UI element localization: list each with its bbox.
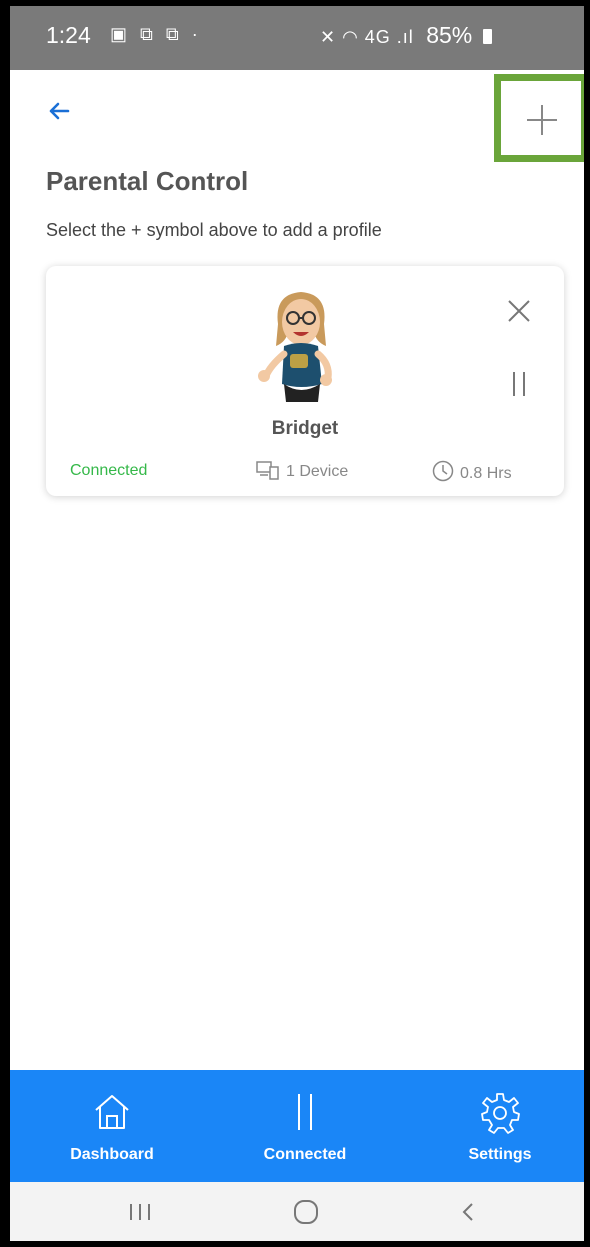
back-chevron-icon[interactable] (458, 1194, 478, 1230)
recent-apps-icon[interactable] (128, 1194, 152, 1230)
gear-icon (481, 1093, 520, 1134)
usage-time: 0.8 Hrs (432, 460, 512, 483)
pause-bars-icon (298, 1094, 312, 1130)
nav-settings[interactable]: Settings (420, 1070, 580, 1182)
back-arrow-icon[interactable] (46, 98, 76, 128)
remove-profile-icon[interactable] (506, 298, 532, 324)
battery-percent: 85% (426, 22, 473, 48)
devices-icon (256, 461, 279, 480)
status-time: 1:24 (46, 22, 91, 48)
nav-settings-label: Settings (468, 1146, 532, 1163)
nav-dashboard[interactable]: Dashboard (32, 1070, 192, 1182)
add-profile-button[interactable] (494, 74, 584, 162)
profile-name: Bridget (271, 418, 339, 439)
usage-time-label: 0.8 Hrs (460, 465, 512, 482)
nav-connected[interactable]: Connected (225, 1070, 385, 1182)
page-title: Parental Control (46, 166, 249, 196)
home-circle-icon[interactable] (292, 1194, 320, 1230)
avatar (258, 292, 332, 402)
profile-card[interactable]: Bridget Connected 1 Device 0.8 Hrs (46, 266, 564, 496)
nav-connected-label: Connected (263, 1146, 347, 1163)
status-bar: 1:24 ▣ ⧉ ⧉ · ✕ ◠ 4G .ıl 85% (10, 6, 584, 70)
pause-profile-icon[interactable] (511, 370, 527, 398)
signal-icons: ✕ ◠ 4G .ıl (320, 27, 414, 47)
clock-icon (432, 460, 454, 482)
device-count-label: 1 Device (286, 463, 349, 480)
profile-status: Connected (70, 462, 148, 479)
battery-icon (482, 29, 492, 44)
plus-icon (527, 105, 557, 135)
status-right: ✕ ◠ 4G .ıl 85% (320, 22, 492, 49)
notification-icons: ▣ ⧉ ⧉ · (110, 24, 202, 44)
bottom-nav: Dashboard Connected Settings (10, 1070, 584, 1182)
device-count: 1 Device (256, 460, 348, 481)
system-nav-bar (10, 1182, 584, 1241)
phone-screen: 1:24 ▣ ⧉ ⧉ · ✕ ◠ 4G .ıl 85% Parental Con… (0, 0, 590, 1247)
home-icon (95, 1095, 129, 1129)
nav-dashboard-label: Dashboard (70, 1146, 154, 1163)
add-profile-hint: Select the + symbol above to add a profi… (46, 220, 382, 240)
